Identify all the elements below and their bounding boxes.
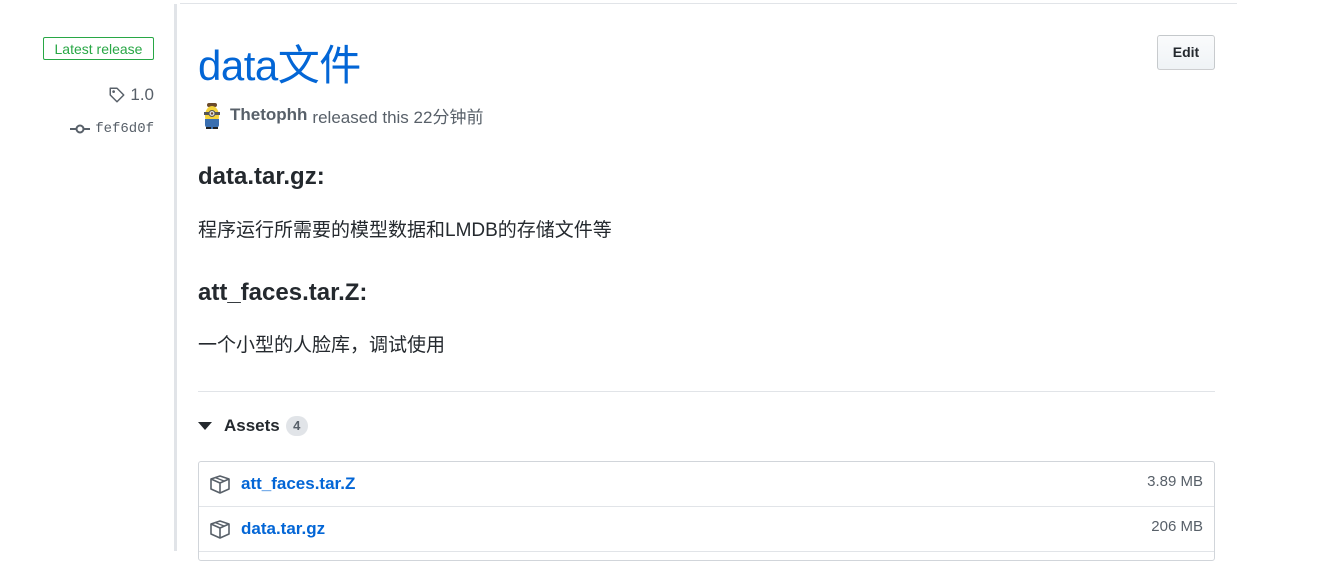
release-byline: Thetophh released this 22分钟前 — [200, 101, 483, 129]
package-icon — [210, 520, 230, 539]
note-heading-2: att_faces.tar.Z: — [198, 279, 368, 306]
note-text-1: 程序运行所需要的模型数据和LMDB的存储文件等 — [198, 220, 612, 241]
released-time: released this 22分钟前 — [312, 107, 484, 127]
assets-list: att_faces.tar.Z 3.89 MB data.tar.gz 206 … — [198, 461, 1215, 561]
top-divider — [180, 3, 1237, 4]
release-title[interactable]: data文件 — [198, 38, 361, 94]
latest-release-badge: Latest release — [43, 37, 154, 60]
asset-row: data.tar.gz 206 MB — [199, 507, 1214, 552]
commit-sha: fef6d0f — [95, 121, 154, 137]
assets-divider — [198, 391, 1215, 392]
asset-size: 3.89 MB — [1147, 473, 1203, 490]
edit-button[interactable]: Edit — [1157, 35, 1215, 70]
asset-name-link[interactable]: att_faces.tar.Z — [241, 474, 355, 494]
assets-label: Assets — [224, 416, 280, 435]
triangle-down-icon — [198, 422, 212, 430]
note-text-2: 一个小型的人脸库，调试使用 — [198, 335, 446, 356]
release-timeline-line — [174, 4, 177, 551]
tag-icon — [109, 87, 125, 103]
asset-size: 206 MB — [1151, 518, 1203, 535]
asset-row: att_faces.tar.Z 3.89 MB — [199, 462, 1214, 507]
note-heading-1: data.tar.gz: — [198, 163, 325, 190]
release-tag[interactable]: 1.0 — [108, 85, 154, 105]
package-icon — [210, 475, 230, 494]
assets-count: 4 — [285, 416, 308, 436]
tag-label: 1.0 — [130, 85, 154, 104]
assets-toggle[interactable]: Assets 4 — [198, 413, 308, 439]
author-link[interactable]: Thetophh — [230, 105, 307, 125]
release-commit[interactable]: fef6d0f — [70, 119, 154, 139]
commit-icon — [70, 124, 91, 134]
asset-name-link[interactable]: data.tar.gz — [241, 519, 325, 539]
avatar[interactable] — [200, 101, 224, 129]
